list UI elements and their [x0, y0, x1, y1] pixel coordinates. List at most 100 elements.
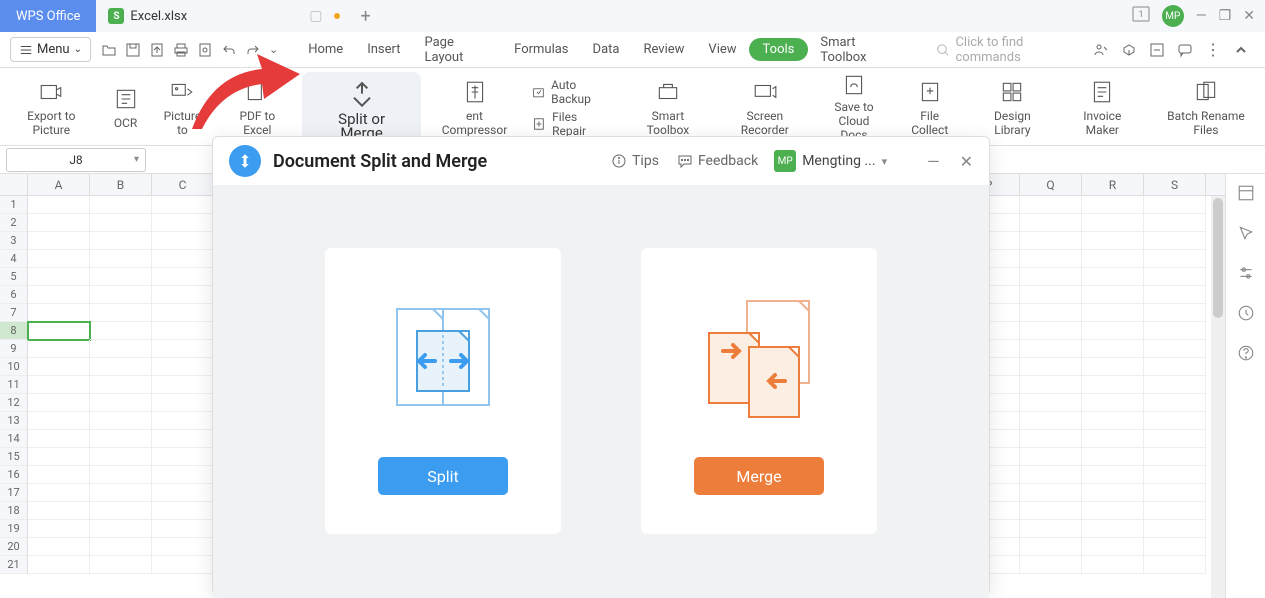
cell[interactable]	[1020, 196, 1082, 214]
ribbon-document-compressor[interactable]: ent Compressor	[425, 72, 524, 142]
cell[interactable]	[1144, 232, 1206, 250]
cell[interactable]	[152, 448, 214, 466]
share-icon[interactable]	[1121, 42, 1137, 58]
row-header[interactable]: 13	[0, 412, 28, 430]
cell[interactable]	[1082, 286, 1144, 304]
cell[interactable]	[1082, 232, 1144, 250]
cell[interactable]	[152, 322, 214, 340]
tab-data[interactable]: Data	[581, 36, 632, 63]
col-header[interactable]: R	[1082, 174, 1144, 195]
cell[interactable]	[28, 196, 90, 214]
cell[interactable]	[1082, 250, 1144, 268]
cell[interactable]	[28, 412, 90, 430]
tab-smart-toolbox[interactable]: Smart Toolbox	[808, 29, 909, 71]
cell[interactable]	[1144, 250, 1206, 268]
cell[interactable]	[1082, 520, 1144, 538]
cell[interactable]	[1082, 394, 1144, 412]
cell[interactable]	[90, 538, 152, 556]
cell[interactable]	[28, 214, 90, 232]
cell[interactable]	[1144, 286, 1206, 304]
cell[interactable]	[1144, 466, 1206, 484]
cell[interactable]	[28, 538, 90, 556]
cell[interactable]	[90, 196, 152, 214]
cell[interactable]	[90, 394, 152, 412]
file-tab[interactable]: S Excel.xlsx	[96, 0, 199, 32]
cell[interactable]	[28, 430, 90, 448]
cell[interactable]	[152, 538, 214, 556]
qat-dropdown-icon[interactable]: ⌄	[269, 43, 278, 56]
cursor-icon[interactable]	[1237, 224, 1255, 246]
vertical-scrollbar[interactable]	[1211, 196, 1225, 598]
row-header[interactable]: 16	[0, 466, 28, 484]
cell[interactable]	[90, 232, 152, 250]
ribbon-picture-to[interactable]: Picture to	[149, 72, 217, 142]
cell[interactable]	[1144, 196, 1206, 214]
cell[interactable]	[1082, 430, 1144, 448]
cell[interactable]	[152, 502, 214, 520]
ribbon-screen-recorder[interactable]: Screen Recorder	[714, 72, 816, 142]
cell[interactable]	[90, 556, 152, 574]
cell[interactable]	[1020, 466, 1082, 484]
col-header[interactable]: C	[152, 174, 214, 195]
cell[interactable]	[1020, 430, 1082, 448]
settings-slider-icon[interactable]	[1237, 264, 1255, 286]
ribbon-batch-rename[interactable]: Batch Rename Files	[1147, 72, 1265, 142]
cell[interactable]	[90, 214, 152, 232]
row-header[interactable]: 6	[0, 286, 28, 304]
cell[interactable]	[28, 556, 90, 574]
cell[interactable]	[1082, 304, 1144, 322]
cell[interactable]	[1144, 394, 1206, 412]
cell[interactable]	[152, 466, 214, 484]
cell[interactable]	[1082, 466, 1144, 484]
layout-icon[interactable]	[1237, 184, 1255, 206]
cell[interactable]	[1020, 340, 1082, 358]
cell[interactable]	[90, 340, 152, 358]
row-header[interactable]: 9	[0, 340, 28, 358]
ribbon-file-collect[interactable]: File Collect	[892, 72, 967, 142]
cell[interactable]	[90, 484, 152, 502]
tab-page-layout[interactable]: Page Layout	[412, 29, 502, 71]
cell[interactable]	[28, 232, 90, 250]
ribbon-smart-toolbox[interactable]: Smart Toolbox	[622, 72, 714, 142]
cell[interactable]	[1082, 484, 1144, 502]
col-header[interactable]: S	[1144, 174, 1206, 195]
undo-icon[interactable]	[221, 42, 237, 58]
cell[interactable]	[1020, 268, 1082, 286]
cell[interactable]	[90, 250, 152, 268]
row-header[interactable]: 17	[0, 484, 28, 502]
ribbon-files-repair[interactable]: Files Repair	[532, 110, 614, 138]
cell[interactable]	[1144, 358, 1206, 376]
cell[interactable]	[28, 484, 90, 502]
cell[interactable]	[28, 394, 90, 412]
dialog-close-button[interactable]: ✕	[960, 152, 973, 171]
cell[interactable]	[90, 520, 152, 538]
cell[interactable]	[1020, 484, 1082, 502]
cell[interactable]	[1082, 340, 1144, 358]
more-icon[interactable]: ⋮	[1205, 40, 1221, 59]
cell[interactable]	[28, 502, 90, 520]
cell[interactable]	[152, 214, 214, 232]
cell[interactable]	[90, 466, 152, 484]
cell[interactable]	[1144, 502, 1206, 520]
cell[interactable]	[1020, 394, 1082, 412]
cell[interactable]	[90, 502, 152, 520]
cell[interactable]	[152, 268, 214, 286]
cell[interactable]	[28, 358, 90, 376]
tab-home[interactable]: Home	[296, 36, 355, 63]
cell[interactable]	[1020, 304, 1082, 322]
ribbon-ocr[interactable]: OCR	[103, 72, 149, 142]
row-header[interactable]: 12	[0, 394, 28, 412]
display-mode-icon[interactable]: ▢	[309, 8, 322, 24]
cell[interactable]	[28, 520, 90, 538]
tab-review[interactable]: Review	[631, 36, 696, 63]
cell[interactable]	[1020, 448, 1082, 466]
row-header[interactable]: 8	[0, 322, 28, 340]
cell[interactable]	[152, 232, 214, 250]
help-icon[interactable]	[1237, 344, 1255, 366]
row-header[interactable]: 7	[0, 304, 28, 322]
cell[interactable]	[1144, 484, 1206, 502]
cell[interactable]	[1082, 538, 1144, 556]
cell[interactable]	[1144, 322, 1206, 340]
export-icon[interactable]	[149, 42, 165, 58]
cell[interactable]	[1020, 520, 1082, 538]
